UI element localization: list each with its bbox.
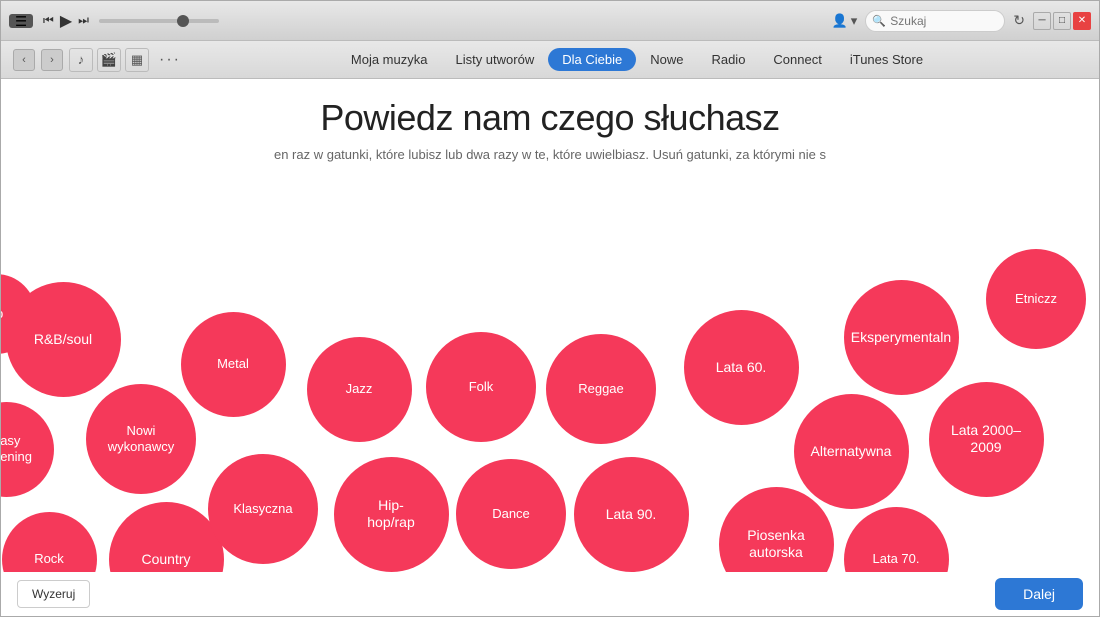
minimize-button[interactable]: ─	[1033, 12, 1051, 30]
app-window: ☰ ⏮ ▶ ⏭ 👤 ▾ 🔍 ↻ ─ □ ✕	[0, 0, 1100, 617]
view-icons: ♪ 🎬 ▦	[69, 48, 149, 72]
bubble-folk[interactable]: Folk	[426, 332, 536, 442]
bubble-metal[interactable]: Metal	[181, 312, 286, 417]
refresh-button[interactable]: ↻	[1013, 12, 1025, 29]
search-wrapper: 🔍	[865, 10, 1005, 32]
progress-bar[interactable]	[99, 19, 219, 23]
main-content: Powiedz nam czego słuchasz en raz w gatu…	[1, 79, 1099, 616]
bubble-easy-listening[interactable]: Easy Listening	[1, 402, 54, 497]
search-input[interactable]	[865, 10, 1005, 32]
titlebar-right: 👤 ▾ 🔍 ↻ ─ □ ✕	[832, 10, 1091, 32]
rewind-button[interactable]: ⏮	[43, 13, 54, 28]
nav-connect[interactable]: Connect	[759, 48, 835, 71]
account-chevron: ▾	[851, 13, 858, 29]
bubble-jazz[interactable]: Jazz	[307, 337, 412, 442]
titlebar-controls: ☰	[9, 14, 33, 28]
nav-nowe[interactable]: Nowe	[636, 48, 697, 71]
grid-view-icon[interactable]: ▦	[125, 48, 149, 72]
video-view-icon[interactable]: 🎬	[97, 48, 121, 72]
bubble-nowi-wykonawcy[interactable]: Nowi wykonawcy	[86, 384, 196, 494]
next-button[interactable]: Dalej	[995, 578, 1083, 610]
bubble-etniczna[interactable]: Etniczz	[986, 249, 1086, 349]
maximize-button[interactable]: □	[1053, 12, 1071, 30]
play-button[interactable]: ▶	[60, 11, 72, 31]
nav-links: Moja muzyka Listy utworów Dla Ciebie Now…	[337, 48, 937, 71]
page-title: Powiedz nam czego słuchasz	[1, 97, 1099, 139]
back-button[interactable]: ‹	[13, 49, 35, 71]
bubble-eksperymentalna[interactable]: Eksperymentaln	[844, 280, 959, 395]
window-controls: ─ □ ✕	[1033, 12, 1091, 30]
bubble-klasyczna[interactable]: Klasyczna	[208, 454, 318, 564]
bottom-bar: Wyzeruj Dalej	[1, 572, 1099, 616]
nav-itunes-store[interactable]: iTunes Store	[836, 48, 937, 71]
bubble-reggae[interactable]: Reggae	[546, 334, 656, 444]
music-view-icon[interactable]: ♪	[69, 48, 93, 72]
menu-button[interactable]: ☰	[9, 14, 33, 28]
more-button[interactable]: ···	[159, 51, 181, 69]
forward-button[interactable]: ⏭	[78, 13, 89, 28]
bubble-dance[interactable]: Dance	[456, 459, 566, 569]
titlebar: ☰ ⏮ ▶ ⏭ 👤 ▾ 🔍 ↻ ─ □ ✕	[1, 1, 1099, 41]
account-button[interactable]: 👤 ▾	[832, 13, 858, 29]
search-icon: 🔍	[872, 14, 886, 27]
forward-button-toolbar[interactable]: ›	[41, 49, 63, 71]
nav-radio[interactable]: Radio	[697, 48, 759, 71]
bubble-lata-2000[interactable]: Lata 2000– 2009	[929, 382, 1044, 497]
progress-thumb	[177, 15, 189, 27]
reset-button[interactable]: Wyzeruj	[17, 580, 90, 608]
page-subtitle: en raz w gatunki, które lubisz lub dwa r…	[1, 147, 1099, 162]
toolbar: ‹ › ♪ 🎬 ▦ ··· Moja muzyka Listy utworów …	[1, 41, 1099, 79]
bubble-lata-90[interactable]: Lata 90.	[574, 457, 689, 572]
bubble-rb-soul[interactable]: R&B/soul	[6, 282, 121, 397]
nav-dla-ciebie[interactable]: Dla Ciebie	[548, 48, 636, 71]
close-button[interactable]: ✕	[1073, 12, 1091, 30]
bubble-lata-60[interactable]: Lata 60.	[684, 310, 799, 425]
bubble-alternatywna[interactable]: Alternatywna	[794, 394, 909, 509]
nav-listy-utworow[interactable]: Listy utworów	[441, 48, 548, 71]
bubble-hip-hop-rap[interactable]: Hip- hop/rap	[334, 457, 449, 572]
nav-moja-muzyka[interactable]: Moja muzyka	[337, 48, 442, 71]
account-icon: 👤	[832, 13, 848, 29]
transport-controls: ⏮ ▶ ⏭	[43, 11, 89, 31]
bubbles-area: opR&B/soulEasy ListeningRock80.Nowi wyko…	[1, 169, 1099, 616]
